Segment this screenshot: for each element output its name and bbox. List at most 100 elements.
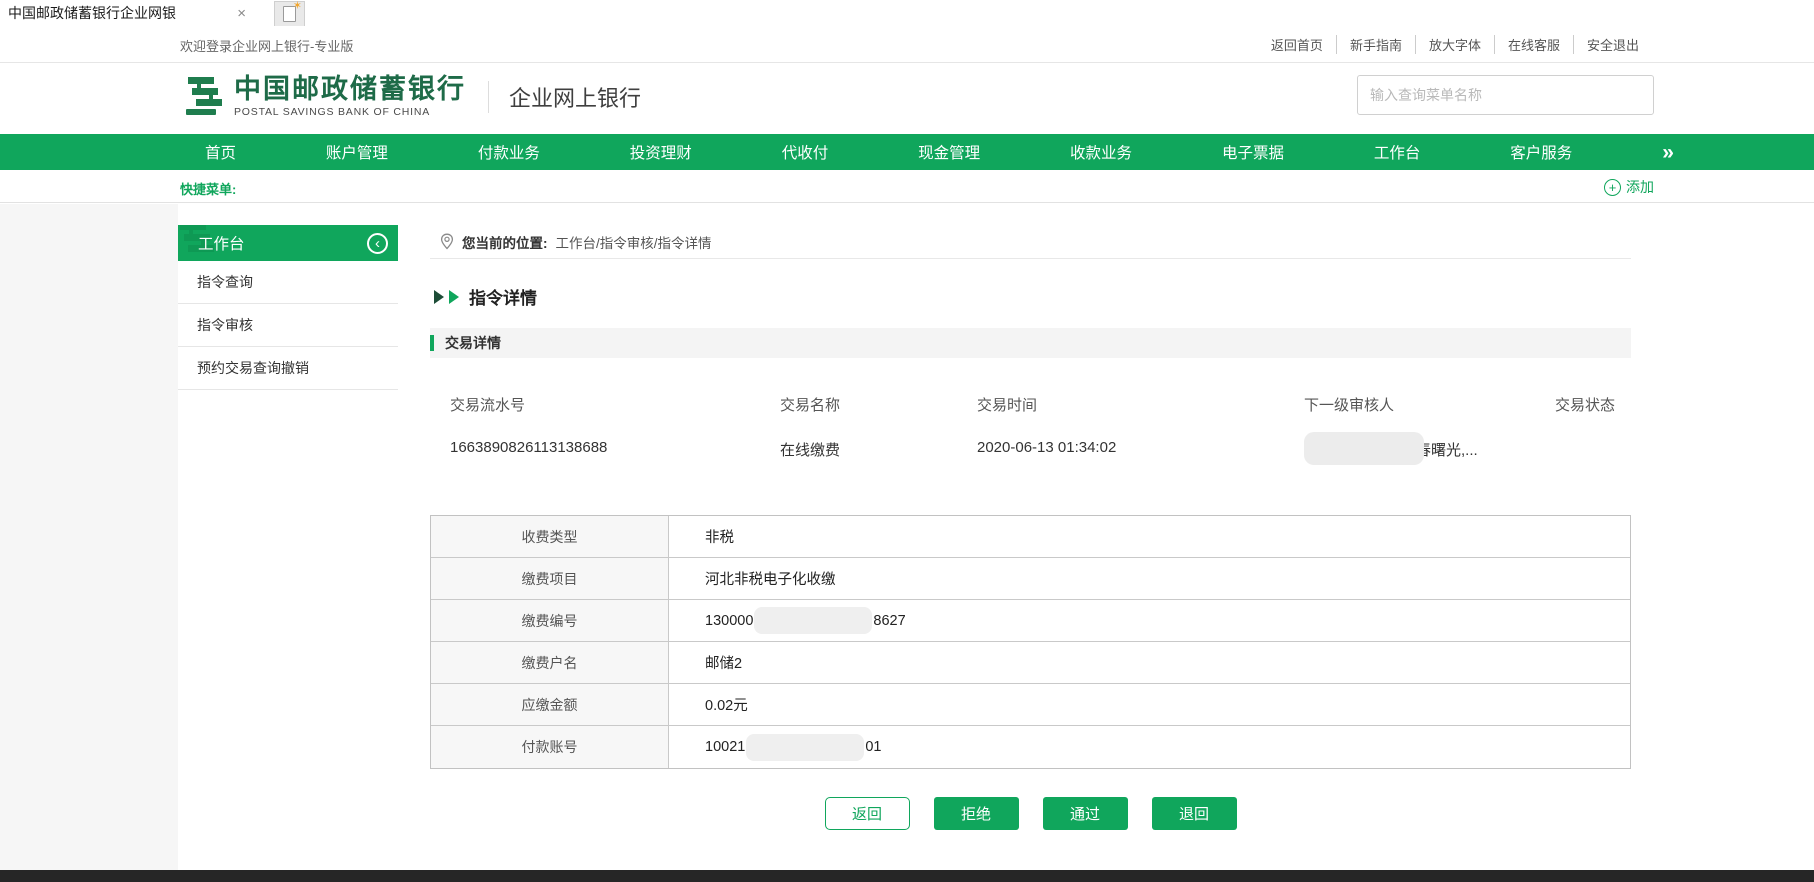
table-row-amount-due: 应缴金额 0.02元 xyxy=(431,684,1630,726)
sidebar-item-scheduled-txn-cancel[interactable]: 预约交易查询撤销 xyxy=(178,347,398,390)
sidebar-item-instruction-query[interactable]: 指令查询 xyxy=(178,261,398,304)
nav-item-cash-management[interactable]: 现金管理 xyxy=(918,141,980,163)
redaction-box xyxy=(754,607,872,634)
link-online-service[interactable]: 在线客服 xyxy=(1494,35,1573,54)
bank-emblem-icon xyxy=(178,73,226,121)
row-label: 缴费户名 xyxy=(431,642,669,683)
table-row-payer-name: 缴费户名 邮储2 xyxy=(431,642,1630,684)
main-nav: 首页 账户管理 付款业务 投资理财 代收付 现金管理 收款业务 电子票据 工作台… xyxy=(0,134,1814,170)
tab-title: 中国邮政储蓄银行企业网银 xyxy=(8,3,176,23)
payment-details-table: 收费类型 非税 缴费项目 河北非税电子化收缴 缴费编号 130000 8627 xyxy=(430,515,1631,769)
left-gutter xyxy=(0,204,178,870)
bank-logo: 中国邮政储蓄银行 POSTAL SAVINGS BANK OF CHINA 企业… xyxy=(178,73,641,121)
row-label: 缴费编号 xyxy=(431,600,669,641)
sidebar-item-instruction-review[interactable]: 指令审核 xyxy=(178,304,398,347)
row-label: 付款账号 xyxy=(431,726,669,768)
transaction-details-section-header: 交易详情 xyxy=(430,328,1631,358)
new-tab-button[interactable]: ✶ xyxy=(274,1,305,26)
field-label: 交易流水号 xyxy=(450,394,780,415)
transaction-summary: 交易流水号 1663890826113138688 交易名称 在线缴费 交易时间… xyxy=(430,394,1631,465)
browser-tab[interactable]: 中国邮政储蓄银行企业网银 × xyxy=(0,0,258,26)
site-header: 中国邮政储蓄银行 POSTAL SAVINGS BANK OF CHINA 企业… xyxy=(0,63,1814,134)
row-value-redacted: 130000 8627 xyxy=(669,600,1630,641)
add-label: 添加 xyxy=(1626,177,1654,197)
reject-button[interactable]: 拒绝 xyxy=(934,797,1019,830)
nav-more-chevrons-icon[interactable]: » xyxy=(1662,142,1674,163)
row-label: 收费类型 xyxy=(431,516,669,557)
row-value: 河北非税电子化收缴 xyxy=(669,558,1630,599)
value-suffix: 8627 xyxy=(873,613,905,629)
tab-close-icon[interactable]: × xyxy=(233,5,250,22)
nav-item-investment[interactable]: 投资理财 xyxy=(630,141,692,163)
row-label: 缴费项目 xyxy=(431,558,669,599)
nav-item-collection-payment[interactable]: 代收付 xyxy=(782,141,829,163)
field-transaction-name: 交易名称 在线缴费 xyxy=(780,394,977,465)
new-tab-page-icon: ✶ xyxy=(283,6,296,22)
value-prefix: 130000 xyxy=(705,613,753,629)
row-value-redacted: 10021 01 xyxy=(669,726,1630,768)
new-tab-star-icon: ✶ xyxy=(293,0,302,12)
field-value: 2020-06-13 01:34:02 xyxy=(977,439,1304,459)
field-value: 1663890826113138688 xyxy=(450,439,780,459)
product-name: 企业网上银行 xyxy=(509,81,641,113)
table-row-payment-number: 缴费编号 130000 8627 xyxy=(431,600,1630,642)
nav-item-customer-service[interactable]: 客户服务 xyxy=(1510,141,1572,163)
main-panel: 您当前的位置: 工作台/指令审核/指令详情 指令详情 交易详情 交易流水号 16… xyxy=(430,225,1631,870)
table-row-charge-type: 收费类型 非税 xyxy=(431,516,1630,558)
double-triangle-icon xyxy=(434,290,444,304)
welcome-bar: 欢迎登录企业网上银行-专业版 返回首页 新手指南 放大字体 在线客服 安全退出 xyxy=(0,26,1814,63)
breadcrumb: 您当前的位置: 工作台/指令审核/指令详情 xyxy=(430,225,1631,259)
sidebar-title: 工作台 xyxy=(198,232,245,254)
quick-menu-label: 快捷菜单: xyxy=(180,179,236,198)
table-row-payment-account: 付款账号 10021 01 xyxy=(431,726,1630,768)
field-label: 交易状态 xyxy=(1555,394,1631,415)
link-beginner-guide[interactable]: 新手指南 xyxy=(1336,35,1415,54)
field-label: 下一级审核人 xyxy=(1304,394,1555,415)
field-value: 在线缴费 xyxy=(780,439,977,460)
content-area: 工作台 ‹ 指令查询 指令审核 预约交易查询撤销 您当前的位置: 工作台/指令审… xyxy=(0,204,1814,870)
approve-button[interactable]: 通过 xyxy=(1043,797,1128,830)
nav-item-receivables[interactable]: 收款业务 xyxy=(1070,141,1132,163)
row-value: 邮储2 xyxy=(669,642,1630,683)
nav-item-workbench[interactable]: 工作台 xyxy=(1374,141,1421,163)
location-pin-icon xyxy=(440,233,454,250)
row-value: 非税 xyxy=(669,516,1630,557)
bottom-dark-bar xyxy=(0,870,1814,882)
section-accent-bar xyxy=(430,335,434,351)
back-button[interactable]: 返回 xyxy=(825,797,910,830)
reviewer-partial-text: 春曙光,... xyxy=(1416,439,1478,460)
nav-item-e-bills[interactable]: 电子票据 xyxy=(1222,141,1284,163)
field-next-reviewer: 下一级审核人 春曙光,... xyxy=(1304,394,1555,465)
browser-tab-strip: 中国邮政储蓄银行企业网银 × ✶ xyxy=(0,0,1814,26)
redaction-box xyxy=(746,734,864,761)
field-value-redacted: 春曙光,... xyxy=(1304,439,1555,465)
redaction-box xyxy=(1304,432,1424,465)
bank-name-cn: 中国邮政储蓄银行 xyxy=(234,76,466,104)
section-title: 交易详情 xyxy=(445,333,501,353)
row-value: 0.02元 xyxy=(669,684,1630,725)
header-divider xyxy=(488,81,489,113)
link-enlarge-font[interactable]: 放大字体 xyxy=(1415,35,1494,54)
link-safe-logout[interactable]: 安全退出 xyxy=(1573,35,1652,54)
field-transaction-time: 交易时间 2020-06-13 01:34:02 xyxy=(977,394,1304,465)
nav-item-home[interactable]: 首页 xyxy=(205,141,236,163)
link-home[interactable]: 返回首页 xyxy=(1258,35,1336,54)
field-label: 交易名称 xyxy=(780,394,977,415)
breadcrumb-label: 您当前的位置: xyxy=(462,232,548,252)
add-quick-menu-button[interactable]: + 添加 xyxy=(1604,177,1654,197)
value-prefix: 10021 xyxy=(705,739,745,755)
nav-item-payment[interactable]: 付款业务 xyxy=(478,141,540,163)
bank-name-en: POSTAL SAVINGS BANK OF CHINA xyxy=(234,106,466,118)
field-label: 交易时间 xyxy=(977,394,1304,415)
app-window: 中国邮政储蓄银行企业网银 × ✶ 欢迎登录企业网上银行-专业版 返回首页 新手指… xyxy=(0,0,1814,882)
page-title-row: 指令详情 xyxy=(430,284,1631,309)
action-buttons: 返回 拒绝 通过 退回 xyxy=(430,797,1631,870)
utility-links: 返回首页 新手指南 放大字体 在线客服 安全退出 xyxy=(1258,35,1652,54)
nav-item-account-management[interactable]: 账户管理 xyxy=(326,141,388,163)
field-serial-number: 交易流水号 1663890826113138688 xyxy=(450,394,780,465)
sidebar-collapse-icon[interactable]: ‹ xyxy=(367,233,388,254)
return-button[interactable]: 退回 xyxy=(1152,797,1237,830)
menu-search-input[interactable] xyxy=(1357,75,1654,115)
row-label: 应缴金额 xyxy=(431,684,669,725)
table-row-payment-item: 缴费项目 河北非税电子化收缴 xyxy=(431,558,1630,600)
